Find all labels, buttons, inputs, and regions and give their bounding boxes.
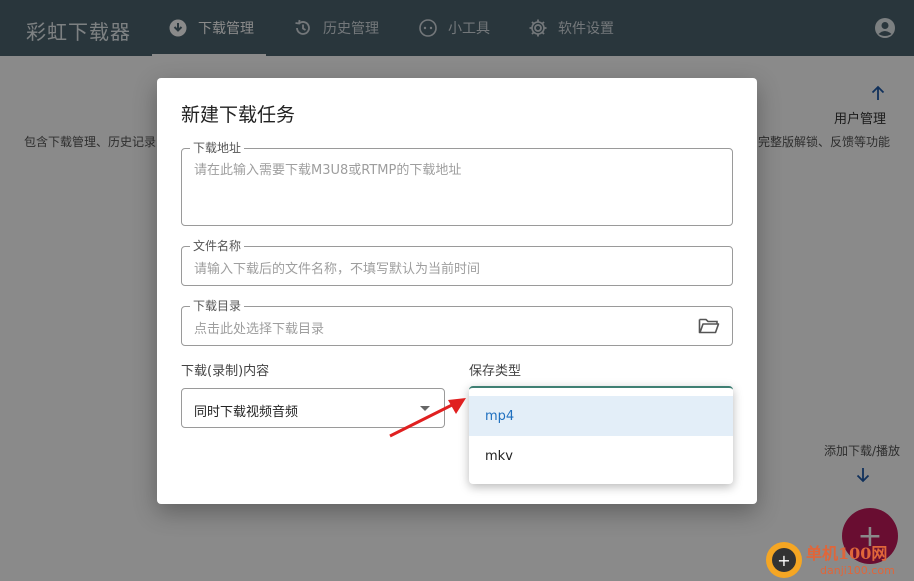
- download-content-value: 同时下载视频音频: [194, 405, 299, 420]
- download-url-field[interactable]: 下载地址 请在此输入需要下载M3U8或RTMP的下载地址: [181, 141, 733, 226]
- site-watermark: + 单机100网 danji100.com: [766, 540, 914, 581]
- download-dir-placeholder: 点击此处选择下载目录: [194, 322, 325, 337]
- watermark-url: danji100.com: [820, 564, 895, 577]
- save-type-menu: mp4 mkv: [469, 386, 733, 484]
- download-url-placeholder: 请在此输入需要下载M3U8或RTMP的下载地址: [194, 163, 462, 178]
- file-name-label: 文件名称: [190, 239, 245, 253]
- folder-open-icon[interactable]: [698, 316, 720, 336]
- save-type-option-mkv[interactable]: mkv: [469, 436, 733, 476]
- annotation-arrow-icon: [386, 392, 470, 440]
- download-dir-label: 下载目录: [190, 299, 245, 313]
- file-name-placeholder: 请输入下载后的文件名称，不填写默认为当前时间: [194, 262, 481, 277]
- dialog-title: 新建下载任务: [181, 104, 296, 126]
- download-url-label: 下载地址: [190, 141, 245, 155]
- save-type-label: 保存类型: [469, 364, 522, 379]
- file-name-field[interactable]: 文件名称 请输入下载后的文件名称，不填写默认为当前时间: [181, 239, 733, 286]
- download-dir-field[interactable]: 下载目录 点击此处选择下载目录: [181, 299, 733, 346]
- download-content-label: 下载(录制)内容: [181, 364, 270, 379]
- save-type-option-mp4[interactable]: mp4: [469, 396, 733, 436]
- watermark-brand: 单机100网: [806, 544, 888, 563]
- watermark-logo-icon: +: [766, 542, 802, 578]
